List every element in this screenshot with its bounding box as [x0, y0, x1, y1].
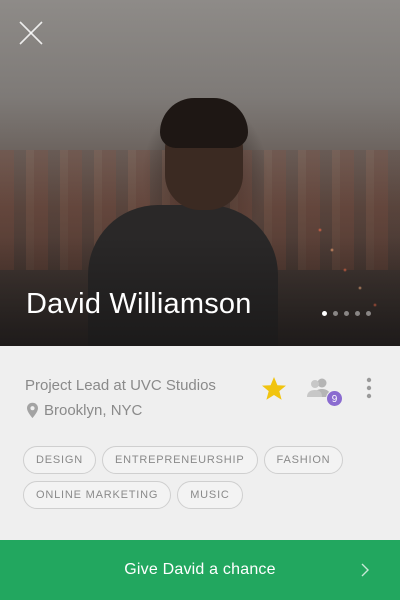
photo-pagination[interactable] — [322, 311, 371, 316]
tag-design[interactable]: DESIGN — [23, 446, 96, 474]
profile-info-panel: Project Lead at UVC Studios Brooklyn, NY… — [0, 346, 400, 540]
mutual-friends-count-badge: 9 — [326, 390, 343, 407]
tag-fashion[interactable]: FASHION — [263, 446, 344, 474]
location-text: Brooklyn, NYC — [44, 402, 143, 419]
pagination-dot[interactable] — [322, 311, 327, 316]
tag-online-marketing[interactable]: ONLINE MARKETING — [23, 481, 172, 509]
tag-music[interactable]: MUSIC — [177, 481, 243, 509]
vertical-dots-icon — [366, 377, 372, 399]
favorite-button[interactable] — [260, 375, 288, 403]
pagination-dot[interactable] — [344, 311, 349, 316]
profile-location: Brooklyn, NYC — [26, 402, 142, 419]
tag-entrepreneurship[interactable]: ENTREPRENEURSHIP — [101, 446, 258, 474]
pagination-dot[interactable] — [366, 311, 371, 316]
give-chance-button[interactable]: Give David a chance — [0, 540, 400, 600]
location-pin-icon — [27, 402, 38, 418]
star-icon — [262, 377, 286, 400]
pagination-dot[interactable] — [355, 311, 360, 316]
profile-name: David Williamson — [26, 288, 252, 320]
profile-photo[interactable]: David Williamson — [0, 0, 400, 346]
profile-role: Project Lead at UVC Studios — [25, 377, 216, 394]
interest-tags: DESIGN ENTREPRENEURSHIP FASHION ONLINE M… — [23, 446, 363, 509]
give-chance-label: Give David a chance — [124, 561, 276, 578]
photo-person-hair — [160, 98, 248, 148]
pagination-dot[interactable] — [333, 311, 338, 316]
mutual-friends-button[interactable]: 9 — [306, 376, 346, 408]
chevron-right-icon — [361, 563, 369, 577]
close-icon — [19, 21, 43, 45]
close-button[interactable] — [16, 18, 46, 48]
more-options-button[interactable] — [362, 376, 376, 400]
